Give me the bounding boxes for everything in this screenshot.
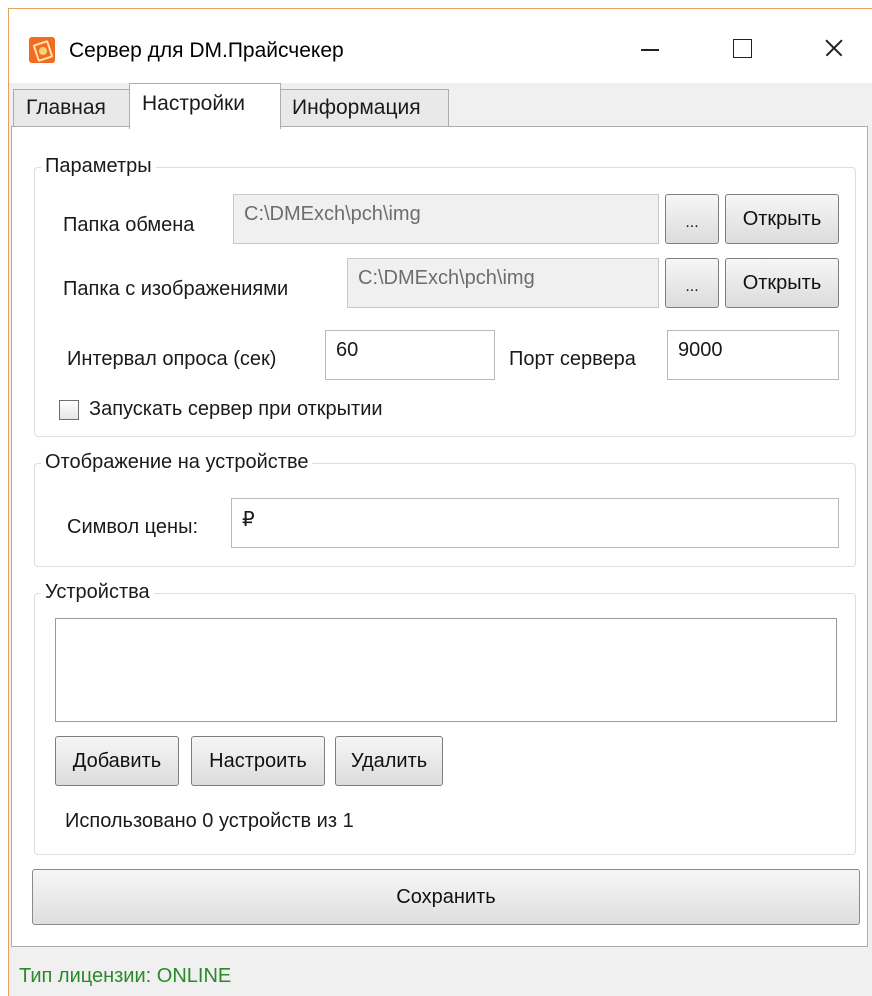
settings-panel: Параметры Папка обмена C:\DMExch\pch\img…	[11, 126, 868, 947]
devices-list[interactable]	[55, 618, 837, 722]
images-folder-browse-button[interactable]: ...	[665, 258, 719, 308]
price-symbol-label: Символ цены:	[67, 516, 199, 538]
status-bar: Тип лицензии: ONLINE	[9, 947, 872, 996]
window-title: Сервер для DM.Прайсчекер	[69, 39, 344, 62]
exchange-folder-browse-button[interactable]: ...	[665, 194, 719, 244]
exchange-folder-open-button[interactable]: Открыть	[725, 194, 839, 244]
maximize-button[interactable]	[713, 27, 769, 67]
devices-usage-text: Использовано 0 устройств из 1	[65, 810, 354, 832]
exchange-folder-label: Папка обмена	[63, 214, 195, 236]
devices-group-title: Устройства	[41, 580, 154, 604]
autostart-checkbox[interactable]	[59, 400, 79, 420]
title-bar[interactable]: Сервер для DM.Прайсчекер	[9, 9, 872, 83]
price-symbol-field[interactable]: ₽	[231, 498, 839, 548]
server-port-label: Порт сервера	[509, 348, 636, 370]
add-device-button[interactable]: Добавить	[55, 736, 179, 786]
devices-group: Устройства Добавить Настроить Удалить Ис…	[34, 580, 856, 855]
app-logo-icon	[29, 37, 55, 63]
autostart-label[interactable]: Запускать сервер при открытии	[89, 398, 383, 421]
tab-bar: Главная Настройки Информация	[9, 83, 872, 129]
display-group: Отображение на устройстве Символ цены: ₽	[34, 450, 856, 567]
images-folder-label: Папка с изображениями	[63, 278, 289, 300]
tab-info[interactable]: Информация	[279, 89, 449, 127]
app-window: Сервер для DM.Прайсчекер Главная Настрой…	[8, 8, 872, 996]
images-folder-open-button[interactable]: Открыть	[725, 258, 839, 308]
save-button[interactable]: Сохранить	[32, 869, 860, 925]
server-port-field[interactable]: 9000	[667, 330, 839, 380]
close-button[interactable]	[805, 27, 861, 67]
tab-main[interactable]: Главная	[13, 89, 131, 127]
poll-interval-field[interactable]: 60	[325, 330, 495, 380]
license-type-text: Тип лицензии: ONLINE	[19, 965, 232, 987]
configure-device-button[interactable]: Настроить	[191, 736, 325, 786]
delete-device-button[interactable]: Удалить	[335, 736, 443, 786]
display-group-title: Отображение на устройстве	[41, 450, 313, 474]
images-folder-field[interactable]: C:\DMExch\pch\img	[347, 258, 659, 308]
tab-settings[interactable]: Настройки	[129, 83, 281, 129]
exchange-folder-field[interactable]: C:\DMExch\pch\img	[233, 194, 659, 244]
minimize-button[interactable]	[621, 27, 677, 67]
poll-interval-label: Интервал опроса (сек)	[67, 348, 277, 370]
params-group-title: Параметры	[41, 154, 156, 178]
params-group: Параметры Папка обмена C:\DMExch\pch\img…	[34, 154, 856, 437]
